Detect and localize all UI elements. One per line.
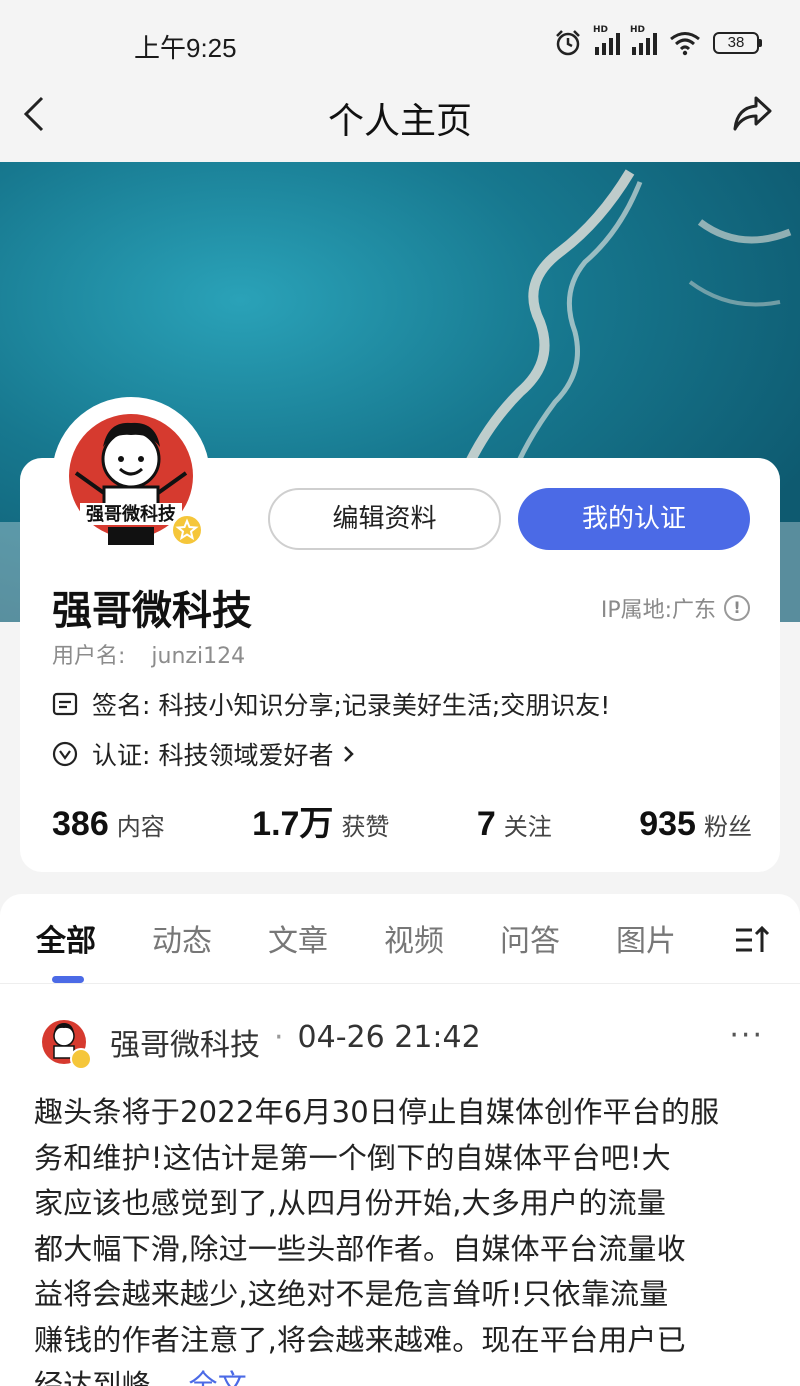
- post-line: 益将会越来越少,这绝对不是危言耸听!只依靠流量: [34, 1277, 669, 1311]
- page-title: 个人主页: [327, 101, 472, 142]
- stat-label: 关注: [503, 813, 552, 841]
- certification-label: 认证:: [92, 741, 151, 770]
- username-value: junzi124: [151, 644, 246, 669]
- verified-badge-icon: [170, 513, 204, 547]
- post-line: 赚钱的作者注意了,将会越来越难。现在平台用户已: [34, 1322, 686, 1357]
- post-line: 经达到峰: [34, 1368, 151, 1386]
- certification-icon: [52, 741, 78, 767]
- post-line: 趣头条将于2022年6月30日停止自媒体创作平台的服: [34, 1095, 720, 1129]
- certification-row[interactable]: 认证: 科技领域爱好者: [52, 736, 357, 772]
- tab-updates[interactable]: 动态: [152, 916, 212, 960]
- avatar-logo-text: 强哥微科技: [86, 503, 177, 525]
- stat-value: 935: [639, 805, 696, 843]
- signal-2-icon: HD: [630, 25, 657, 55]
- post-meta-separator: ·: [274, 1020, 284, 1055]
- stat-label: 内容: [116, 813, 165, 841]
- certification-text: 科技领域爱好者: [158, 741, 334, 770]
- info-icon[interactable]: !: [724, 595, 750, 621]
- signature-icon: [52, 692, 78, 716]
- stat-value: 7: [476, 805, 496, 843]
- tab-videos[interactable]: 视频: [384, 916, 444, 960]
- post-line: 家应该也感觉到了,从四月份开始,大多用户的流量: [34, 1186, 667, 1220]
- stat-value: 386: [52, 805, 109, 843]
- stat-content[interactable]: 386 内容: [52, 805, 165, 844]
- nav-bar: 个人主页: [0, 86, 800, 162]
- post-time: 04-26 21:42: [297, 1020, 481, 1055]
- share-icon[interactable]: [730, 94, 774, 134]
- post-line: 务和维护!这估计是第一个倒下的自媒体平台吧!大: [34, 1140, 671, 1175]
- stats-row: 386 内容 1.7万 获赞 7 关注 935 粉丝: [52, 796, 752, 845]
- stat-followers[interactable]: 935 粉丝: [639, 805, 752, 844]
- tab-sort-icon[interactable]: [732, 920, 772, 960]
- signal-1-icon: HD: [593, 25, 620, 55]
- signature-row: 签名: 科技小知识分享;记录美好生活;交朋识友!: [52, 686, 610, 722]
- post-header: 强哥微科技 · 04-26 21:42: [110, 1020, 481, 1064]
- username-row: 用户名: junzi124: [52, 638, 245, 670]
- signature-label: 签名:: [92, 691, 151, 720]
- wifi-icon: [670, 32, 700, 56]
- battery-level: 38: [713, 32, 759, 54]
- stat-label: 获赞: [341, 813, 390, 841]
- post-line-last: 经达到峰... 全文: [34, 1363, 764, 1386]
- post-more-options-icon[interactable]: ···: [729, 1018, 764, 1053]
- edit-profile-button[interactable]: 编辑资料: [268, 488, 501, 550]
- display-name: 强哥微科技: [52, 588, 252, 634]
- post-line: 都大幅下滑,除过一些头部作者。自媒体平台流量收: [34, 1231, 686, 1266]
- post-ellipsis: ...: [150, 1368, 180, 1386]
- stat-likes[interactable]: 1.7万 获赞: [252, 796, 389, 845]
- alarm-icon: [556, 30, 580, 56]
- post-body-text[interactable]: 趣头条将于2022年6月30日停止自媒体创作平台的服 务和维护!这估计是第一个倒…: [34, 1090, 764, 1386]
- my-certification-button[interactable]: 我的认证: [518, 488, 750, 550]
- stat-label: 粉丝: [703, 813, 752, 841]
- username-label: 用户名:: [52, 644, 126, 669]
- stat-value: 1.7万: [252, 805, 334, 843]
- ip-location[interactable]: IP属地:广东 !: [601, 592, 750, 624]
- stat-following[interactable]: 7 关注: [477, 805, 552, 844]
- tab-images[interactable]: 图片: [616, 916, 676, 960]
- status-icons: HD HD 38: [553, 25, 762, 58]
- status-bar: 上午9:25 HD HD 38: [0, 0, 800, 86]
- status-time: 上午9:25: [134, 33, 237, 63]
- full-text-link[interactable]: 全文: [189, 1368, 247, 1386]
- signature-text: 科技小知识分享;记录美好生活;交朋识友!: [158, 691, 611, 720]
- chevron-right-icon: [344, 746, 355, 762]
- post-verified-badge-icon: [70, 1048, 92, 1070]
- post-author-name[interactable]: 强哥微科技: [110, 1020, 260, 1064]
- active-tab-indicator: [52, 976, 84, 983]
- tab-qa[interactable]: 问答: [500, 916, 560, 960]
- battery-icon: 38: [713, 32, 762, 54]
- tab-articles[interactable]: 文章: [268, 916, 328, 960]
- ip-location-text: IP属地:广东: [600, 598, 716, 623]
- tab-all[interactable]: 全部: [36, 916, 96, 960]
- avatar[interactable]: 强哥微科技: [52, 397, 210, 555]
- content-tabs: 全部 动态 文章 视频 问答 图片: [0, 894, 800, 984]
